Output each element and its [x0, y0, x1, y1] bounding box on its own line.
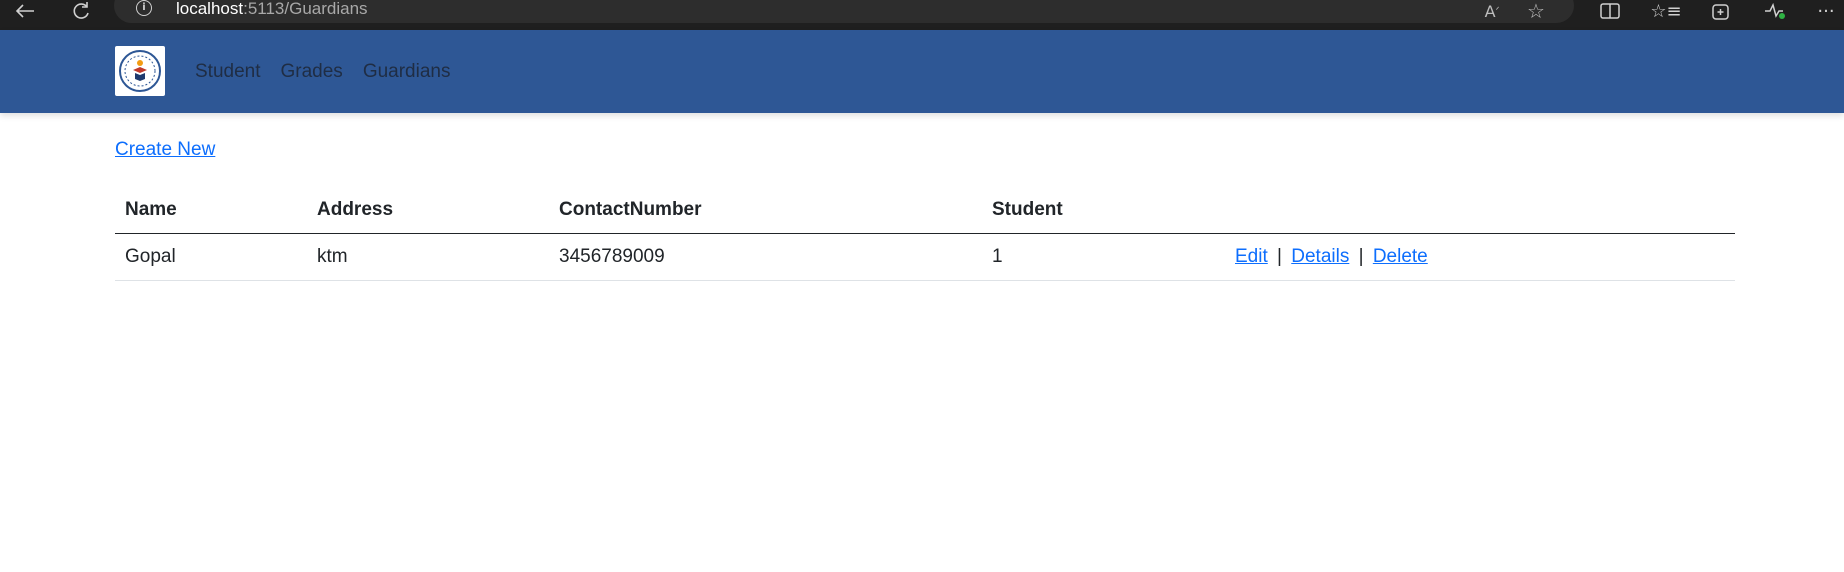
address-url[interactable]: localhost:5113/Guardians — [176, 0, 368, 19]
action-separator: | — [1277, 246, 1282, 267]
column-header-contact-number: ContactNumber — [549, 187, 982, 234]
table-row: Gopal ktm 3456789009 1 Edit | Details | … — [115, 233, 1735, 281]
action-separator: | — [1358, 246, 1364, 267]
details-link[interactable]: Details — [1291, 246, 1349, 267]
nav-link-grades[interactable]: Grades — [271, 61, 353, 83]
collections-icon[interactable] — [1706, 0, 1734, 22]
address-path: :5113/Guardians — [243, 0, 368, 18]
refresh-icon[interactable] — [66, 0, 96, 22]
cell-student: 1 — [982, 233, 1225, 281]
browser-toolbar: i localhost:5113/Guardians Aᐟ ☆ ☆≡ ··· — [0, 0, 1844, 30]
create-new-link[interactable]: Create New — [115, 139, 215, 161]
main-content: Create New Name Address ContactNumber St… — [115, 113, 1735, 281]
back-icon[interactable] — [10, 0, 40, 22]
column-header-address: Address — [307, 187, 549, 234]
favorites-icon[interactable]: ☆≡ — [1650, 0, 1681, 22]
address-bar[interactable]: i localhost:5113/Guardians Aᐟ ☆ — [114, 0, 1574, 23]
delete-link[interactable]: Delete — [1373, 246, 1428, 267]
column-header-name: Name — [115, 187, 307, 234]
address-host: localhost — [176, 0, 244, 18]
more-icon[interactable]: ··· — [1812, 0, 1840, 22]
nav-links: Student Grades Guardians — [185, 30, 460, 113]
table-header-row: Name Address ContactNumber Student — [115, 187, 1735, 234]
split-screen-icon[interactable] — [1596, 0, 1624, 22]
performance-icon[interactable] — [1760, 0, 1788, 22]
cell-contact-number: 3456789009 — [549, 233, 982, 281]
cell-actions: Edit | Details | Delete — [1225, 233, 1735, 281]
edit-link[interactable]: Edit — [1235, 246, 1268, 267]
read-aloud-icon[interactable]: Aᐟ — [1480, 0, 1504, 22]
favorite-star-icon[interactable]: ☆ — [1524, 0, 1548, 23]
column-header-student: Student — [982, 187, 1225, 234]
cell-address: ktm — [307, 233, 549, 281]
nav-link-guardians[interactable]: Guardians — [353, 61, 461, 83]
app-navbar: Student Grades Guardians — [0, 30, 1844, 113]
column-header-actions — [1225, 187, 1735, 234]
cell-name: Gopal — [115, 233, 307, 281]
info-icon[interactable]: i — [136, 0, 152, 16]
school-logo[interactable] — [115, 46, 165, 96]
guardians-table: Name Address ContactNumber Student Gopal… — [115, 187, 1735, 281]
nav-link-student[interactable]: Student — [185, 61, 271, 83]
